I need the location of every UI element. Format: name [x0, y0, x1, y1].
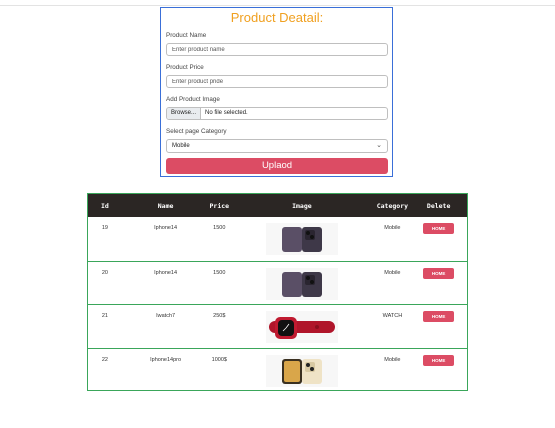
cell-name: Iwatch7: [156, 313, 176, 319]
table-row: 20 Iphone14 1500 Mobile HOME: [88, 260, 467, 305]
cell-delete: HOME: [410, 349, 467, 392]
iphone-gold-image: [265, 354, 338, 387]
cell-name: Iphone14pro: [150, 356, 182, 363]
cell-id: 20: [101, 269, 108, 276]
product-image-label: Add Product Image: [166, 96, 220, 103]
iphone-image: [265, 223, 338, 255]
table-row: 21 Iwatch7 250$ WATCH HOME: [88, 304, 467, 348]
watch-image: [265, 311, 338, 343]
cell-price: 1500: [213, 269, 226, 276]
category-select[interactable]: Mobile ⌄: [166, 139, 388, 153]
cell-image: [229, 262, 374, 305]
cell-price: 250$: [213, 313, 226, 319]
cell-image: [229, 349, 374, 392]
header-category: Category: [376, 201, 409, 210]
cell-name: Iphone14: [154, 269, 178, 276]
cell-price: 1000$: [211, 356, 227, 363]
home-button[interactable]: HOME: [423, 267, 455, 279]
table-row: 19 Iphone14 1500 Mobile HOME: [88, 217, 467, 261]
home-button[interactable]: HOME: [423, 354, 455, 366]
product-name-input[interactable]: [166, 43, 388, 56]
cell-image: [229, 217, 374, 261]
header-name: Name: [157, 201, 174, 210]
cell-image: [229, 305, 374, 348]
product-price-input[interactable]: [166, 75, 388, 88]
home-button[interactable]: HOME: [423, 223, 455, 234]
cell-id: 21: [101, 313, 108, 319]
upload-button[interactable]: Uplaod: [166, 158, 388, 174]
cell-id: 19: [101, 225, 108, 231]
cell-category: WATCH: [382, 313, 403, 319]
cell-category: Mobile: [384, 356, 401, 363]
product-form: Product Deatail: Product Name Product Pr…: [160, 7, 393, 177]
products-table: Id Name Price Image Category Delete 19 I…: [87, 193, 468, 391]
header-image: Image: [292, 201, 312, 210]
category-label: Select page Category: [166, 128, 227, 135]
header-delete: Delete: [426, 201, 451, 210]
cell-delete: HOME: [410, 305, 467, 348]
file-status: No file selected.: [205, 110, 248, 116]
form-title: Product Deatail:: [230, 10, 324, 25]
table-row: 22 Iphone14pro 1000$ Mobile HOME: [88, 347, 467, 392]
cell-delete: HOME: [410, 217, 467, 261]
product-price-label: Product Price: [166, 64, 204, 71]
cell-category: Mobile: [384, 269, 401, 276]
iphone-image: [265, 267, 338, 300]
cell-id: 22: [101, 356, 108, 363]
table-header: Id Name Price Image Category Delete: [88, 194, 467, 217]
header-id: Id: [101, 201, 109, 210]
cell-name: Iphone14: [154, 225, 178, 231]
file-input[interactable]: Browse... No file selected.: [166, 107, 388, 120]
category-value: Mobile: [172, 143, 190, 149]
home-button[interactable]: HOME: [423, 311, 455, 322]
chevron-down-icon: ⌄: [376, 142, 382, 149]
browse-button[interactable]: Browse...: [167, 108, 202, 119]
top-divider: [0, 0, 555, 6]
cell-category: Mobile: [384, 225, 401, 231]
header-price: Price: [209, 201, 230, 210]
product-name-label: Product Name: [166, 32, 207, 39]
cell-price: 1500: [213, 225, 226, 231]
cell-delete: HOME: [410, 262, 467, 305]
